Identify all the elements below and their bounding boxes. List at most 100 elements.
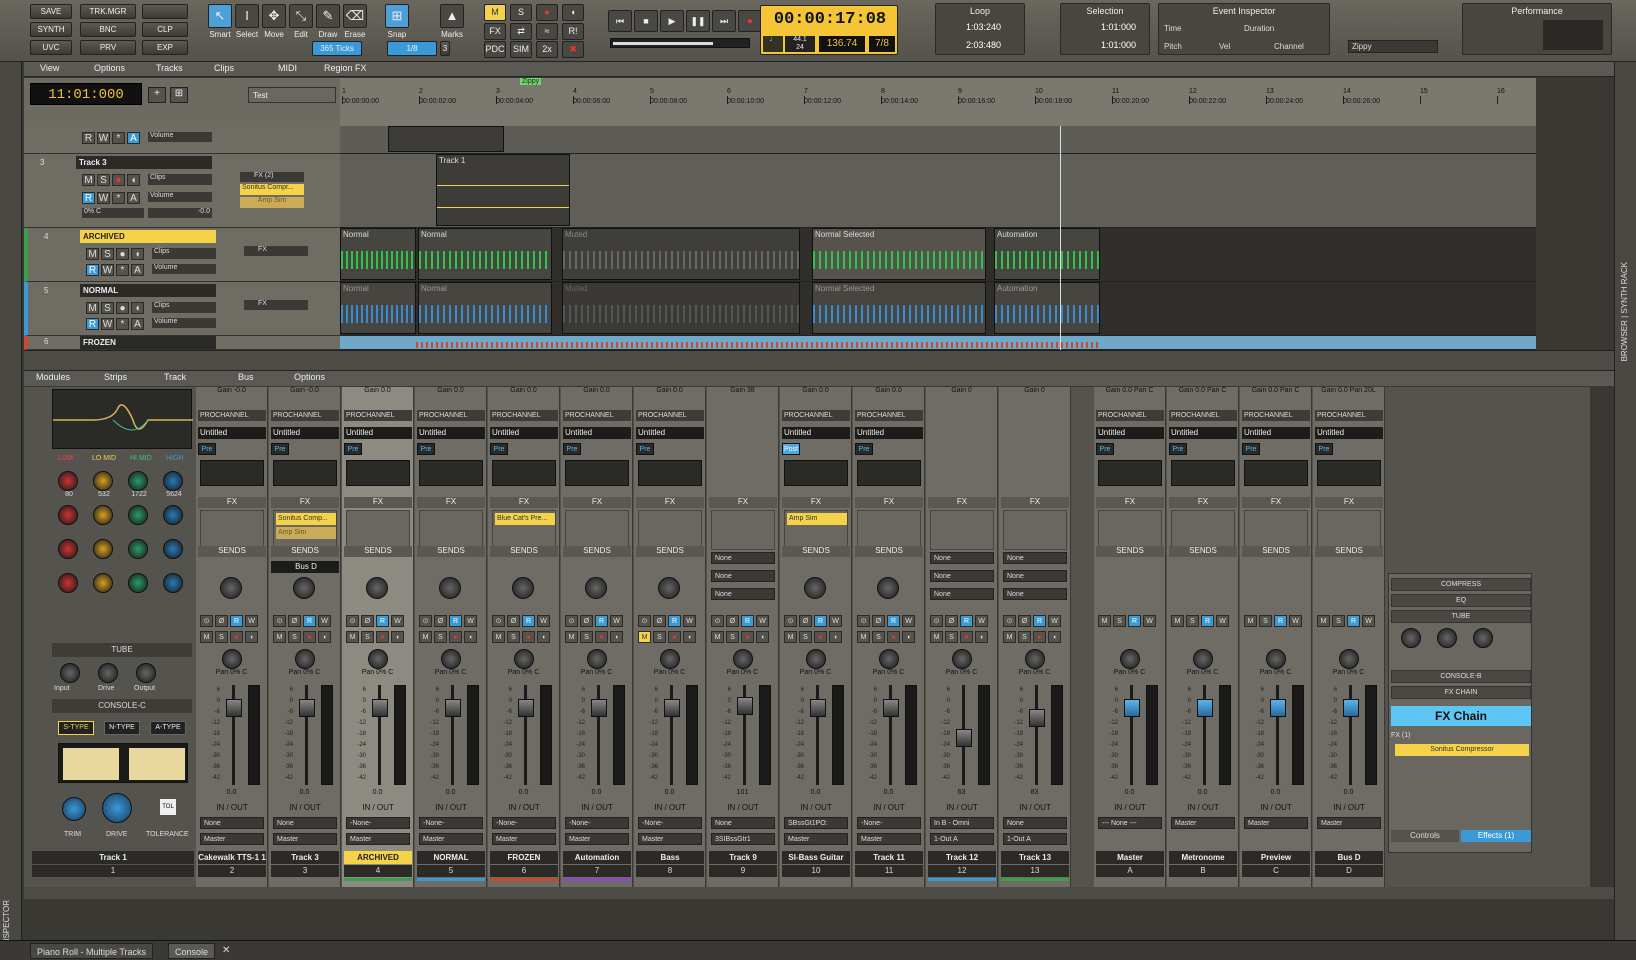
- input-echo-button[interactable]: ⊙: [784, 615, 797, 627]
- send-level-knob[interactable]: [439, 577, 461, 599]
- gain-value[interactable]: Gain 0: [999, 387, 1070, 394]
- sends-header[interactable]: SENDS: [563, 546, 631, 557]
- eq-knob[interactable]: [93, 573, 113, 593]
- fader-cap[interactable]: [1343, 699, 1359, 717]
- tube-drive-knob[interactable]: [98, 663, 118, 683]
- fader-cap[interactable]: [591, 699, 607, 717]
- pan-knob[interactable]: [879, 649, 899, 669]
- pre-button[interactable]: Pre: [417, 443, 435, 455]
- fx-bin[interactable]: Amp Sim: [784, 510, 848, 550]
- write-automation-button[interactable]: W: [537, 615, 550, 627]
- tolerance-button[interactable]: TOL: [160, 799, 176, 815]
- prochannel-header[interactable]: PROCHANNEL: [417, 410, 485, 421]
- track-fx-header[interactable]: FX: [244, 246, 308, 256]
- monitor-button[interactable]: ◖: [245, 631, 258, 643]
- phase-button[interactable]: Ø: [580, 615, 593, 627]
- pan-knob[interactable]: [660, 649, 680, 669]
- disable-button[interactable]: ✖: [562, 41, 584, 58]
- position-slider[interactable]: [610, 38, 750, 48]
- write-automation-button[interactable]: W: [245, 615, 258, 627]
- pan-knob[interactable]: [368, 649, 388, 669]
- strip-name[interactable]: Track 13: [1001, 851, 1069, 864]
- bus-name[interactable]: Metronome: [1169, 851, 1237, 864]
- loop-end[interactable]: 2:03:480: [966, 40, 1001, 50]
- fx-bin-header[interactable]: FX: [1242, 497, 1310, 508]
- input-echo-button[interactable]: ⊙: [346, 615, 359, 627]
- solo-button[interactable]: S: [799, 631, 812, 643]
- send-level-knob[interactable]: [658, 577, 680, 599]
- lane-archived[interactable]: Normal Normal Muted Normal Selected Auto…: [340, 228, 1536, 282]
- solo-button[interactable]: S: [580, 631, 593, 643]
- pre-button[interactable]: Pre: [344, 443, 362, 455]
- fader-track[interactable]: [1035, 685, 1038, 785]
- n-type-button[interactable]: N-TYPE: [104, 721, 140, 735]
- s-type-button[interactable]: S-TYPE: [58, 721, 94, 735]
- write-automation-button[interactable]: W: [1143, 615, 1156, 627]
- pre-button[interactable]: Pre: [1242, 443, 1260, 455]
- sends-header[interactable]: SENDS: [417, 546, 485, 557]
- arm-button[interactable]: ●: [887, 631, 900, 643]
- write-automation-button[interactable]: W: [1289, 615, 1302, 627]
- eq-thumbnail[interactable]: [784, 460, 848, 486]
- read-automation-button[interactable]: R: [522, 615, 535, 627]
- prochannel-header[interactable]: PROCHANNEL: [1096, 410, 1164, 421]
- arm-button[interactable]: ●: [449, 631, 462, 643]
- prochannel-preset[interactable]: Untitled: [344, 427, 412, 439]
- write-automation-button[interactable]: W: [1216, 615, 1229, 627]
- input-echo-button[interactable]: ⊙: [419, 615, 432, 627]
- eq-knob[interactable]: [93, 539, 113, 559]
- input-echo-button[interactable]: ⊙: [930, 615, 943, 627]
- loop-start[interactable]: 1:03:240: [966, 22, 1001, 32]
- output-select[interactable]: Master: [273, 833, 337, 845]
- arm-button[interactable]: ●: [522, 631, 535, 643]
- menu-bus[interactable]: Bus: [238, 372, 254, 382]
- fx-item[interactable]: Amp Sim: [276, 527, 336, 539]
- mute-button[interactable]: M: [1003, 631, 1016, 643]
- prochannel-header[interactable]: PROCHANNEL: [563, 410, 631, 421]
- ticks-display[interactable]: 365 Ticks: [312, 41, 362, 56]
- pre-button[interactable]: Pre: [855, 443, 873, 455]
- eq-thumbnail[interactable]: [1098, 460, 1162, 486]
- lane-track-3[interactable]: Track 1: [340, 154, 1536, 228]
- read-automation-button[interactable]: R: [814, 615, 827, 627]
- phase-button[interactable]: Ø: [653, 615, 666, 627]
- menu-modules[interactable]: Modules: [36, 372, 70, 382]
- prochannel-preset[interactable]: Untitled: [1169, 427, 1237, 439]
- pc-module-eq[interactable]: EQ: [1391, 594, 1531, 607]
- fx-bin[interactable]: [1317, 510, 1381, 550]
- fx-bin[interactable]: Blue Cat's Pre...: [492, 510, 556, 550]
- fader-cap[interactable]: [1270, 699, 1286, 717]
- selection-start[interactable]: 1:01:000: [1101, 22, 1136, 32]
- write-automation-button[interactable]: W: [318, 615, 331, 627]
- monitor-button[interactable]: ◖: [464, 631, 477, 643]
- prochannel-preset[interactable]: Untitled: [1242, 427, 1310, 439]
- fader-cap[interactable]: [810, 699, 826, 717]
- tab-piano-roll[interactable]: Piano Roll - Multiple Tracks: [30, 943, 154, 959]
- write-automation-button[interactable]: W: [1362, 615, 1375, 627]
- read-automation-button[interactable]: R: [668, 615, 681, 627]
- fx-bin-header[interactable]: FX: [1169, 497, 1237, 508]
- strip-name[interactable]: NORMAL: [417, 851, 485, 864]
- fx-bin-header[interactable]: FX: [344, 497, 412, 508]
- mute-button[interactable]: M: [1171, 615, 1184, 627]
- pause-button[interactable]: ❚❚: [686, 10, 710, 32]
- fader-cap[interactable]: [226, 699, 242, 717]
- lane-partial[interactable]: [340, 126, 1536, 154]
- fader-cap[interactable]: [737, 697, 753, 715]
- effects-tab[interactable]: Effects (1): [1461, 830, 1531, 842]
- eq-thumbnail[interactable]: [200, 460, 264, 486]
- tempo-display[interactable]: 136.74: [819, 36, 865, 52]
- console-scrollbar[interactable]: [24, 887, 1614, 899]
- menu-options[interactable]: Options: [294, 372, 325, 382]
- write-automation-button[interactable]: W: [391, 615, 404, 627]
- mix-m-button[interactable]: M: [484, 4, 506, 21]
- prochannel-preset[interactable]: Untitled: [417, 427, 485, 439]
- gain-value[interactable]: Gain 38: [707, 387, 778, 394]
- bus-name[interactable]: Master: [1096, 851, 1164, 864]
- mute-button[interactable]: M: [346, 631, 359, 643]
- pre-button[interactable]: Pre: [1169, 443, 1187, 455]
- fx-bin-header[interactable]: FX: [709, 497, 777, 508]
- fast-forward-button[interactable]: ⏭: [712, 10, 736, 32]
- fx-bin[interactable]: [346, 510, 410, 550]
- input-echo-button[interactable]: ⊙: [565, 615, 578, 627]
